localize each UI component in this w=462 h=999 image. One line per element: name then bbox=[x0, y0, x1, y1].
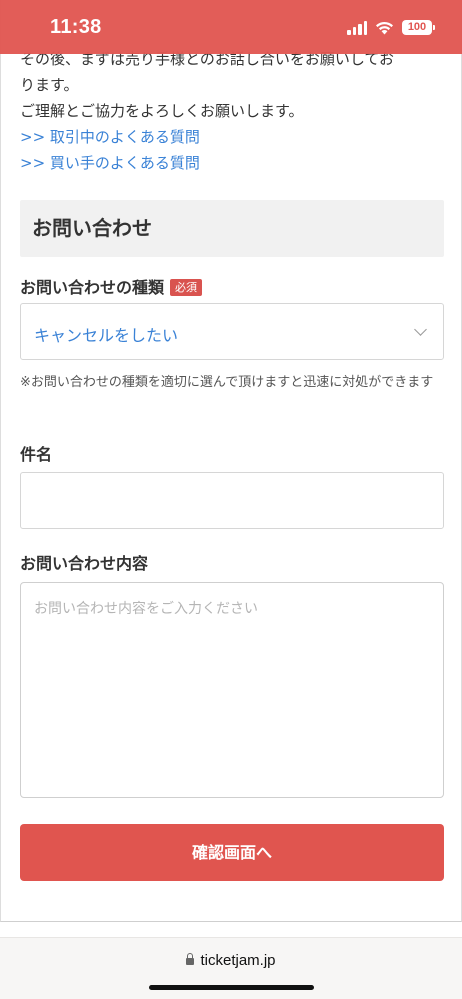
status-time: 11:38 bbox=[50, 16, 102, 38]
intro-line: ります。 bbox=[20, 76, 79, 94]
subject-label: 件名 bbox=[20, 445, 53, 464]
textarea-placeholder: お問い合わせ内容をご入力ください bbox=[34, 601, 258, 617]
confirm-button[interactable]: 確認画面へ bbox=[20, 824, 444, 881]
link-buyer-faq[interactable]: >> 買い手のよくある質問 bbox=[20, 150, 445, 176]
signal-icon bbox=[347, 20, 367, 35]
inquiry-type-note: ※お問い合わせの種類を適切に選んで頂けますと迅速に対処ができます bbox=[20, 375, 434, 390]
inquiry-type-select[interactable]: キャンセルをしたい bbox=[20, 303, 444, 360]
lock-icon bbox=[186, 953, 195, 965]
link-trading-faq[interactable]: >> 取引中のよくある質問 bbox=[20, 124, 445, 150]
required-badge: 必須 bbox=[170, 279, 203, 296]
intro-text: その後、まずは売り手様とのお話し合いをお願いしてお ります。 ご理解とご協力をよ… bbox=[20, 46, 445, 176]
chevron-down-icon bbox=[414, 323, 427, 336]
home-indicator[interactable] bbox=[149, 985, 314, 990]
section-title: お問い合わせ bbox=[20, 200, 444, 257]
url-text: ticketjam.jp bbox=[200, 952, 276, 969]
status-icons: 100 bbox=[347, 20, 435, 35]
page-content: その後、まずは売り手様とのお話し合いをお願いしてお ります。 ご理解とご協力をよ… bbox=[0, 0, 462, 922]
subject-input[interactable] bbox=[20, 472, 444, 529]
battery-icon: 100 bbox=[402, 20, 435, 35]
body-label: お問い合わせ内容 bbox=[20, 554, 149, 573]
type-label-row: お問い合わせの種類 必須 bbox=[20, 274, 203, 298]
url-display[interactable]: ticketjam.jp bbox=[0, 952, 462, 969]
intro-line: ご理解とご協力をよろしくお願いします。 bbox=[20, 102, 304, 120]
inquiry-body-textarea[interactable]: お問い合わせ内容をご入力ください bbox=[20, 582, 444, 798]
status-bar: 11:38 100 bbox=[0, 0, 462, 54]
type-label: お問い合わせの種類 bbox=[20, 278, 165, 297]
inquiry-type-value: キャンセルをしたい bbox=[34, 326, 179, 345]
wifi-icon bbox=[376, 21, 393, 34]
